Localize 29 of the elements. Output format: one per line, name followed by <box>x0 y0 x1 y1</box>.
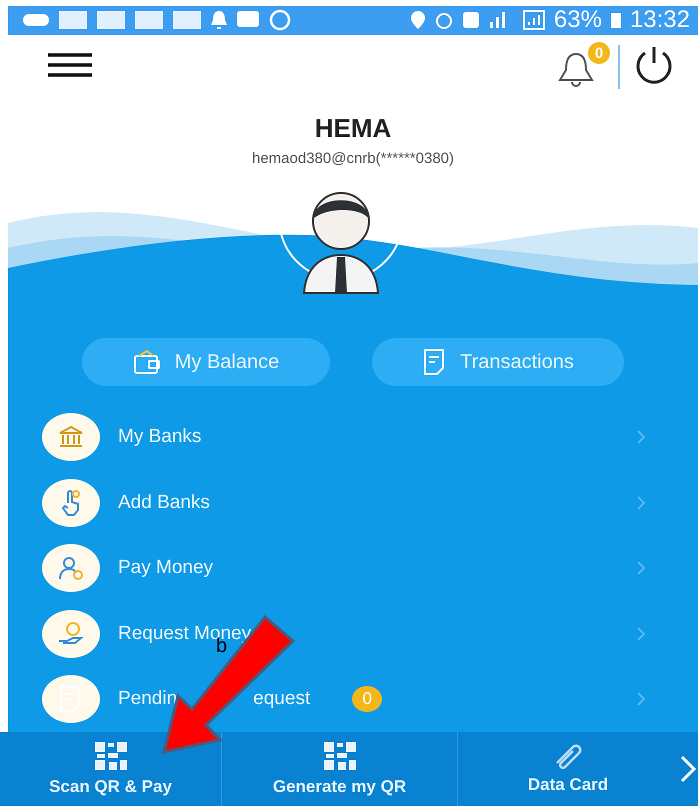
location-icon <box>410 10 426 30</box>
chevron-right-icon <box>636 494 646 511</box>
hand-icon <box>60 488 82 517</box>
menu-item[interactable]: My Banks <box>8 404 698 470</box>
bank-icon <box>58 425 84 450</box>
quick-action-button[interactable]: My Balance <box>82 338 330 386</box>
wallet-icon <box>132 348 163 376</box>
chevron-right-icon[interactable] <box>680 754 696 783</box>
menu-item[interactable]: Pay Money <box>8 535 698 601</box>
nav-button[interactable]: Generate my QR <box>222 732 458 806</box>
coin-hand-icon <box>57 620 85 647</box>
count-badge: 0 <box>352 686 382 712</box>
menu-item[interactable]: Add Banks <box>8 470 698 536</box>
account-id: hemaod380@cnrb(******0380) <box>252 150 454 168</box>
nav-button[interactable]: Data Card <box>458 732 678 806</box>
notification-badge: 0 <box>588 42 610 64</box>
battery-icon <box>610 11 622 30</box>
quick-action-button[interactable]: Transactions <box>372 338 624 386</box>
user-name: HEMA <box>314 113 392 144</box>
person-icon <box>58 555 84 582</box>
clock-time: 13:32 <box>630 6 690 34</box>
chevron-right-icon <box>636 429 646 446</box>
bell-icon <box>210 10 228 30</box>
chevron-right-icon <box>636 626 646 642</box>
battery-percentage: 63% <box>554 6 602 34</box>
chevron-right-icon <box>636 691 646 708</box>
signal-icon <box>488 10 508 30</box>
notification-button[interactable]: 0 <box>556 42 610 92</box>
chevron-right-icon <box>636 560 646 576</box>
